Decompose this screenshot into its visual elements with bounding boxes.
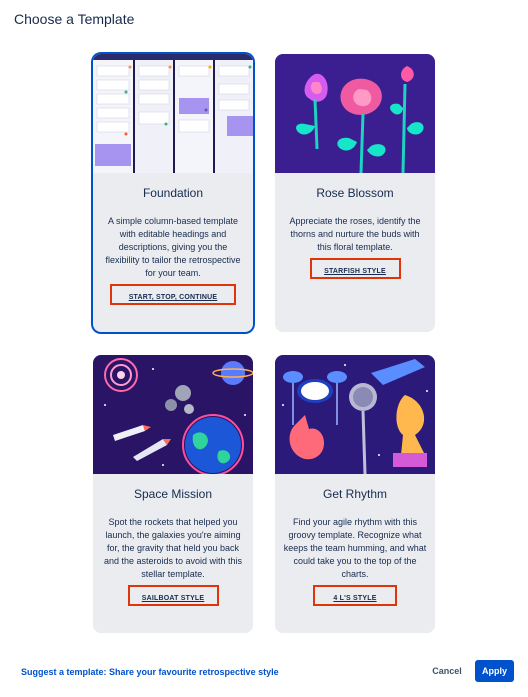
cancel-button[interactable]: Cancel — [425, 660, 469, 682]
music-illustration — [275, 355, 435, 474]
space-illustration — [93, 355, 253, 474]
roses-illustration — [275, 54, 435, 173]
style-label: START, STOP, CONTINUE — [128, 294, 218, 301]
style-label-highlight: START, STOP, CONTINUE — [110, 284, 236, 305]
apply-button[interactable]: Apply — [475, 660, 514, 682]
template-card-get-rhythm[interactable]: Get Rhythm Find your agile rhythm with t… — [275, 355, 435, 633]
kanban-board-illustration — [93, 54, 253, 173]
style-label: STARFISH STYLE — [324, 268, 386, 275]
template-description: A simple column-based template with edit… — [105, 216, 241, 278]
style-label: 4 L'S STYLE — [333, 595, 377, 602]
template-name: Space Mission — [133, 487, 213, 501]
suggest-template-link[interactable]: Suggest a template: Share your favourite… — [21, 667, 279, 677]
template-card-space-mission[interactable]: Space Mission Spot the rockets that help… — [93, 355, 253, 633]
template-description: Appreciate the roses, identify the thorn… — [289, 216, 421, 252]
style-label-highlight: STARFISH STYLE — [309, 258, 401, 279]
style-label-highlight: SAILBOAT STYLE — [127, 585, 219, 606]
template-description: Find your agile rhythm with this groovy … — [283, 517, 427, 579]
template-card-foundation[interactable]: Foundation A simple column-based templat… — [93, 54, 253, 332]
dialog-title: Choose a Template — [14, 11, 135, 27]
template-card-rose-blossom[interactable]: Rose Blossom Appreciate the roses, ident… — [275, 54, 435, 332]
template-name: Get Rhythm — [322, 487, 388, 501]
style-label: SAILBOAT STYLE — [141, 595, 205, 602]
template-description: Spot the rockets that helped you launch,… — [103, 517, 243, 579]
style-label-highlight: 4 L'S STYLE — [313, 585, 397, 606]
template-name: Rose Blossom — [316, 186, 394, 200]
template-name: Foundation — [142, 186, 204, 200]
